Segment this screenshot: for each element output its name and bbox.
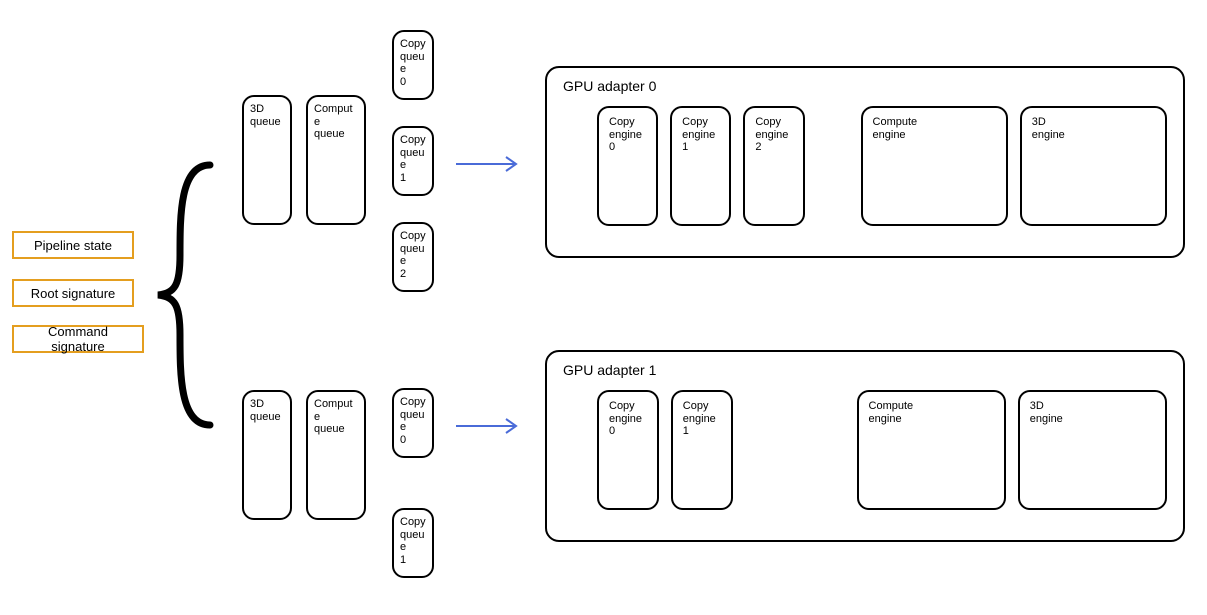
box-root-signature: Root signature [12,279,134,307]
queue-copy1-0: Copy queue 1 [392,126,434,196]
label-queue-3d-0: 3D queue [250,103,281,128]
queue-compute-0: Compute queue [306,95,366,225]
engine-3d-a1: 3D engine [1018,390,1167,510]
label-root-signature: Root signature [31,286,116,301]
engine-copy0-a1: Copy engine 0 [597,390,659,510]
engine-compute-a0: Compute engine [861,106,1008,226]
label-queue-compute-0: Compute queue [314,103,353,140]
engine-copy1-a0: Copy engine 1 [670,106,731,226]
label-queue-compute-1: Compute queue [314,398,353,435]
box-command-signature: Command signature [12,325,144,353]
adapter-0: GPU adapter 0 Copy engine 0 Copy engine … [545,66,1185,258]
label-queue-copy0-0: Copy queue 0 [400,38,426,88]
label-queue-copy1-1: Copy queue 1 [400,516,426,566]
arrow-icon-0 [454,154,534,174]
queue-3d-0: 3D queue [242,95,292,225]
engine-copy2-a0: Copy engine 2 [743,106,804,226]
adapter-0-title: GPU adapter 0 [563,78,1167,94]
queue-copy0-1: Copy queue 0 [392,388,434,458]
engine-compute-a1: Compute engine [857,390,1006,510]
adapter-1: GPU adapter 1 Copy engine 0 Copy engine … [545,350,1185,542]
queue-3d-1: 3D queue [242,390,292,520]
engine-3d-a0: 3D engine [1020,106,1167,226]
engine-copy0-a0: Copy engine 0 [597,106,658,226]
label-queue-copy1-0: Copy queue 1 [400,134,426,184]
label-engine-3d-a0: 3D engine [1032,116,1065,141]
label-queue-copy0-1: Copy queue 0 [400,396,426,446]
label-engine-copy0-a1: Copy engine 0 [609,400,642,437]
queue-copy1-1: Copy queue 1 [392,508,434,578]
label-engine-compute-a0: Compute engine [873,116,918,141]
adapter-1-engines: Copy engine 0 Copy engine 1 Compute engi… [563,390,1167,510]
label-pipeline-state: Pipeline state [34,238,112,253]
label-engine-copy2-a0: Copy engine 2 [755,116,788,153]
label-engine-compute-a1: Compute engine [869,400,914,425]
engine-copy1-a1: Copy engine 1 [671,390,733,510]
adapter-0-engines: Copy engine 0 Copy engine 1 Copy engine … [563,106,1167,226]
label-engine-copy1-a0: Copy engine 1 [682,116,715,153]
queue-copy0-0: Copy queue 0 [392,30,434,100]
queue-copy2-0: Copy queue 2 [392,222,434,292]
queue-compute-1: Compute queue [306,390,366,520]
label-command-signature: Command signature [24,324,132,354]
brace-icon [150,155,230,435]
label-engine-copy1-a1: Copy engine 1 [683,400,716,437]
label-engine-3d-a1: 3D engine [1030,400,1063,425]
label-queue-copy2-0: Copy queue 2 [400,230,426,280]
label-queue-3d-1: 3D queue [250,398,281,423]
label-engine-copy0-a0: Copy engine 0 [609,116,642,153]
adapter-1-title: GPU adapter 1 [563,362,1167,378]
box-pipeline-state: Pipeline state [12,231,134,259]
arrow-icon-1 [454,416,534,436]
